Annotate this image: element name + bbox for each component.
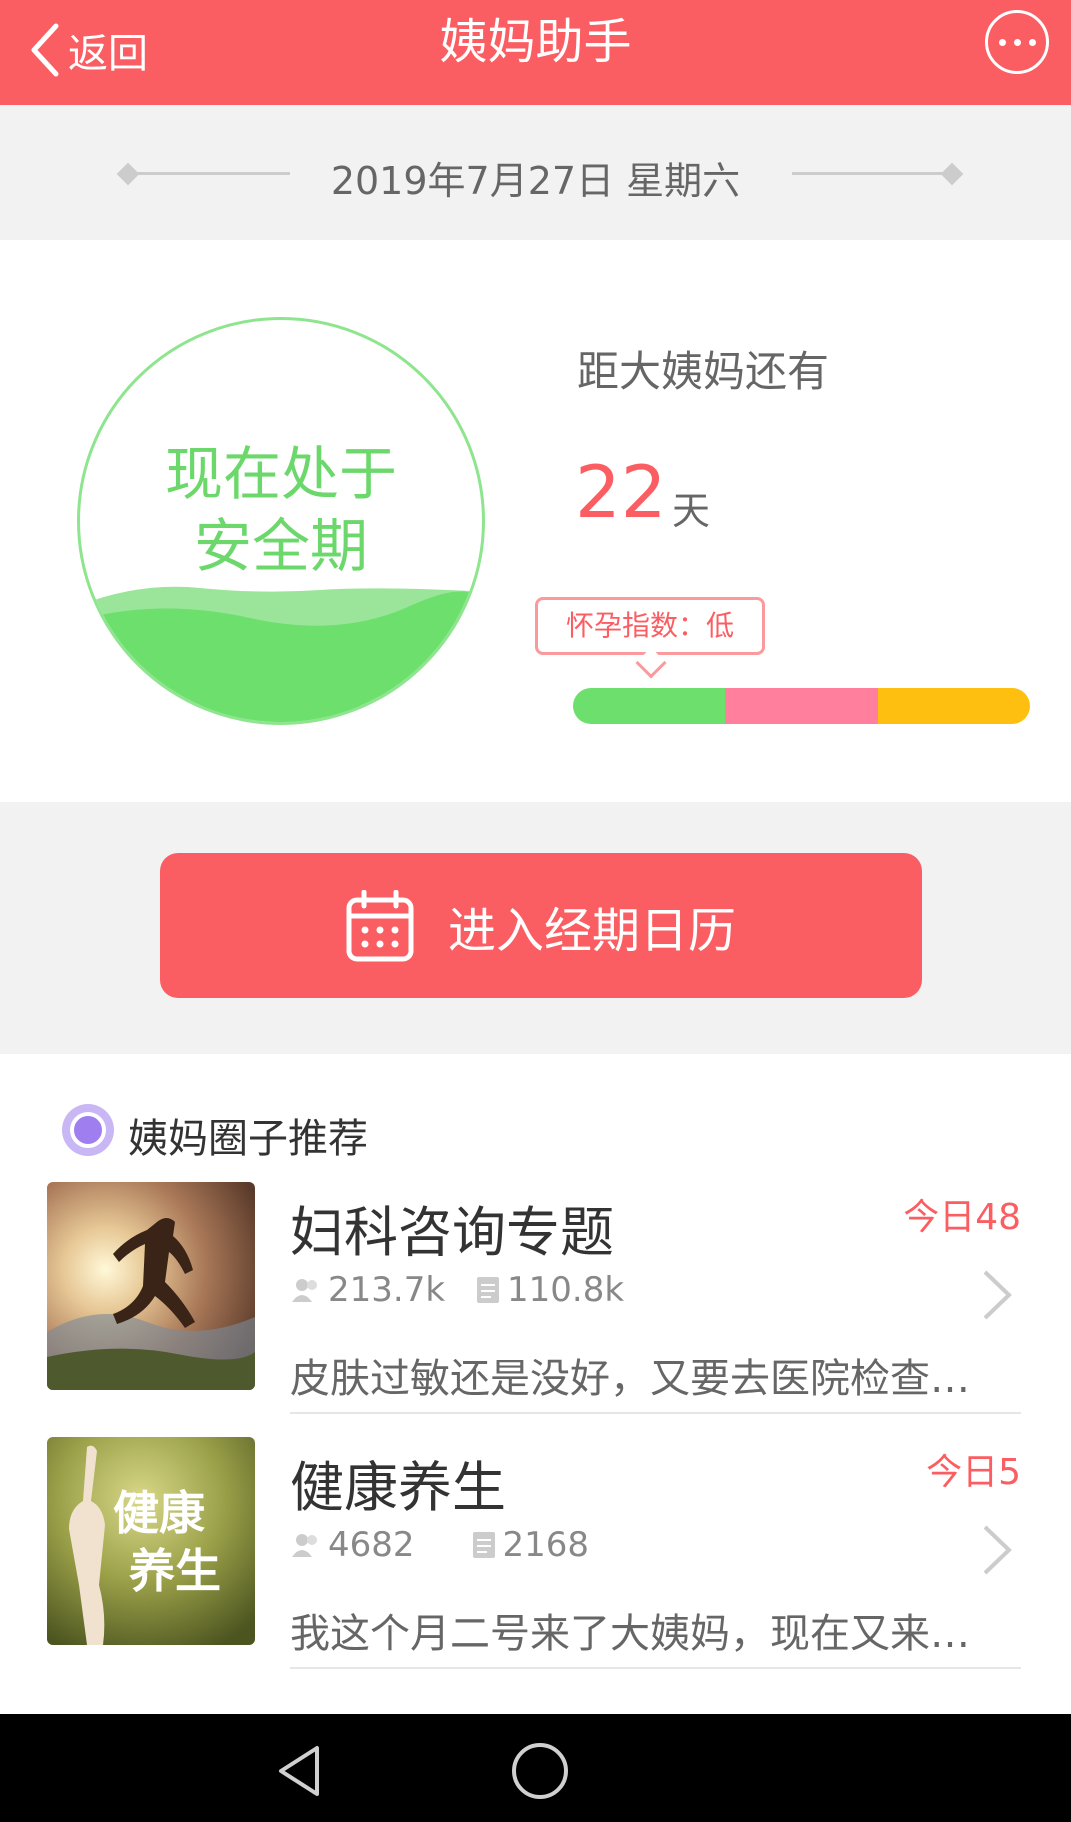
current-date: 2019年7月27日 星期六 — [330, 159, 741, 203]
index-mid-segment — [725, 688, 878, 724]
today-count-badge: 今日48 — [903, 1197, 1021, 1238]
chevron-right-icon — [983, 1525, 1012, 1575]
enter-calendar-button[interactable]: 进入经期日历 — [160, 853, 922, 998]
posts-icon — [477, 1277, 500, 1303]
section-title: 姨妈圈子推荐 — [128, 1116, 368, 1162]
circle-stats: 4682 2168 — [290, 1525, 619, 1565]
post-count: 2168 — [502, 1525, 590, 1565]
date-divider-right — [792, 172, 952, 175]
member-count: 4682 — [328, 1525, 415, 1565]
posts-icon — [472, 1532, 495, 1558]
safe-period-indicator: 现在处于安全期 — [77, 317, 485, 725]
date-divider-left — [125, 172, 290, 175]
svg-text:健康: 健康 — [113, 1486, 205, 1540]
chevron-right-icon — [983, 1270, 1012, 1320]
circles-recommendation: 姨妈圈子推荐 妇科咨询专题 今日48 213.7k 110.8k 皮肤过敏还是没… — [0, 1054, 1071, 1714]
circle-thumbnail — [47, 1182, 255, 1390]
safe-period-text: 现在处于安全期 — [164, 440, 397, 580]
svg-text:养生: 养生 — [129, 1544, 221, 1598]
page-title: 姨妈助手 — [439, 14, 632, 70]
system-navigation-bar — [0, 1714, 1071, 1822]
index-low-segment — [573, 688, 726, 724]
more-options-icon[interactable] — [985, 10, 1049, 74]
circle-title: 健康养生 — [290, 1456, 506, 1519]
calendar-icon — [346, 889, 414, 961]
countdown-label: 距大姨妈还有 — [577, 347, 830, 396]
index-high-segment — [877, 688, 1030, 724]
item-divider — [290, 1667, 1021, 1669]
circle-badge-icon — [62, 1104, 114, 1156]
member-count: 213.7k — [328, 1270, 446, 1310]
list-item[interactable]: 妇科咨询专题 今日48 213.7k 110.8k 皮肤过敏还是没好，又要去医院… — [0, 1182, 1071, 1432]
pregnancy-index-bar — [573, 688, 1030, 724]
circle-thumbnail: 健康 养生 — [47, 1437, 255, 1645]
latest-post-preview: 皮肤过敏还是没好，又要去医院检查… — [290, 1356, 970, 1402]
list-item[interactable]: 健康 养生 健康养生 今日5 4682 2168 我这个月二号来了大姨妈，现在又… — [0, 1437, 1071, 1687]
circle-stats: 213.7k 110.8k — [290, 1270, 654, 1310]
members-icon — [292, 1534, 317, 1557]
days-unit: 天 — [672, 489, 711, 533]
post-count: 110.8k — [507, 1270, 625, 1310]
app-header: 返回 姨妈助手 — [0, 0, 1071, 105]
latest-post-preview: 我这个月二号来了大姨妈，现在又来… — [290, 1611, 970, 1657]
home-circle-icon[interactable] — [505, 1736, 575, 1806]
today-count-badge: 今日5 — [926, 1452, 1021, 1493]
pregnancy-index-tag: 怀孕指数：低 — [535, 597, 765, 655]
back-triangle-icon[interactable] — [265, 1736, 335, 1806]
cycle-status-card: 现在处于安全期 距大姨妈还有 22 天 怀孕指数：低 — [0, 240, 1071, 802]
days-remaining: 22 — [575, 450, 667, 534]
circle-title: 妇科咨询专题 — [290, 1201, 614, 1264]
item-divider — [290, 1412, 1021, 1414]
members-icon — [292, 1279, 317, 1302]
enter-calendar-label: 进入经期日历 — [447, 902, 736, 959]
